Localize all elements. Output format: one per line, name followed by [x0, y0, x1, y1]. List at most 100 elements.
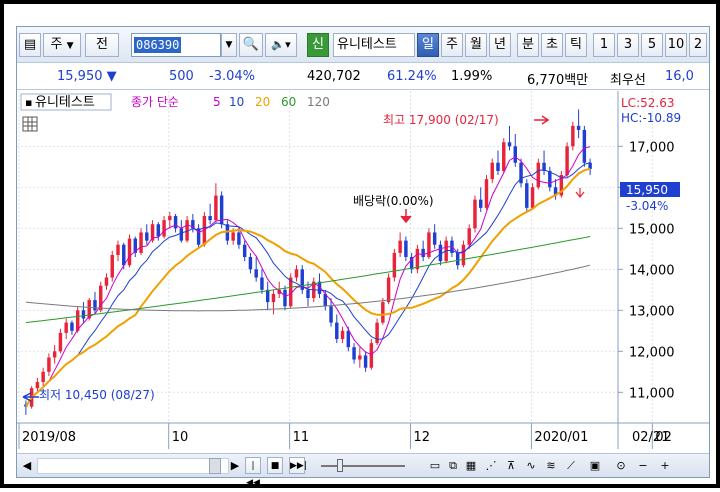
- period-second-tab[interactable]: 초: [541, 33, 563, 57]
- wave-icon[interactable]: ≋: [543, 457, 559, 474]
- zoom-slider[interactable]: [317, 457, 409, 474]
- best-order-label: 최우선: [610, 73, 646, 88]
- scroll-track[interactable]: [37, 458, 229, 474]
- price-chart[interactable]: 11,00012,00013,00014,00015,00016,00017,0…: [17, 91, 709, 449]
- zoom-in-icon[interactable]: +: [657, 457, 673, 474]
- candle-body: [525, 183, 529, 208]
- candle-body: [404, 240, 408, 258]
- y-tick-label: 12,000: [629, 345, 675, 360]
- stock-code: 086390: [134, 37, 182, 53]
- dividend-arrow-icon: [400, 209, 412, 224]
- period-month-tab[interactable]: 월: [465, 33, 487, 57]
- period-day-tab[interactable]: 일: [417, 33, 439, 57]
- high-arrow-icon: [534, 115, 550, 125]
- price-tag-pct: -3.04%: [626, 199, 668, 213]
- trade-amount: 6,770백만: [527, 73, 589, 88]
- period-year-tab[interactable]: 년: [489, 33, 511, 57]
- period-minute-tab[interactable]: 분: [517, 33, 539, 57]
- ma60-line: [25, 236, 591, 324]
- window-icon[interactable]: ▭: [427, 457, 443, 474]
- candle-body: [242, 244, 247, 258]
- candle-body: [179, 228, 184, 241]
- cycle-icon[interactable]: ∿: [523, 457, 539, 474]
- number-more-button[interactable]: 2: [689, 33, 707, 57]
- candle-body: [576, 125, 581, 130]
- period-tick-tab[interactable]: 틱: [565, 33, 587, 57]
- stock-name: 유니테스트: [333, 33, 415, 57]
- magnifier-icon[interactable]: ⊙: [613, 457, 629, 474]
- candle-body: [208, 216, 212, 221]
- x-tick-label: 2019/08: [22, 430, 76, 445]
- scroll-thumb[interactable]: [209, 458, 221, 474]
- low-annotation: 최저 10,450 (08/27): [39, 388, 155, 402]
- candle-body: [156, 224, 161, 237]
- stock-code-input[interactable]: 086390: [131, 33, 221, 57]
- new-badge[interactable]: 신: [307, 33, 329, 57]
- candle-body: [496, 162, 500, 171]
- down-arrow-icon: ▼: [106, 69, 117, 84]
- scroll-right-arrow[interactable]: ▶: [227, 457, 243, 474]
- candle-body: [386, 277, 391, 303]
- candle-body: [145, 232, 149, 241]
- prev-button[interactable]: 전: [85, 33, 119, 57]
- candle-body: [502, 142, 506, 171]
- gann-icon[interactable]: ⊼: [503, 457, 519, 474]
- candle-body: [260, 277, 264, 290]
- candle-body: [52, 351, 57, 358]
- turnover-ratio: 1.99%: [451, 69, 493, 84]
- search-icon[interactable]: 🔍: [239, 33, 263, 57]
- first-icon[interactable]: |◀◀: [245, 457, 261, 488]
- volume: 420,702: [307, 69, 361, 84]
- candle-body: [513, 146, 517, 163]
- scroll-left-arrow[interactable]: ◀: [19, 457, 35, 474]
- period-week-tab[interactable]: 주: [441, 33, 463, 57]
- candle-body: [110, 254, 114, 278]
- zoom-slider-thumb[interactable]: [337, 459, 343, 472]
- candle-body: [381, 302, 385, 323]
- candle-body: [329, 306, 333, 323]
- number-3-button[interactable]: 3: [617, 33, 639, 57]
- pattern-icon[interactable]: ⟋: [563, 457, 579, 474]
- candle-body: [375, 322, 379, 344]
- menu-icon[interactable]: ▤: [19, 33, 41, 57]
- candle-body: [93, 300, 97, 311]
- number-5-button[interactable]: 5: [641, 33, 663, 57]
- candle-body: [306, 289, 310, 299]
- y-tick-label: 14,000: [629, 263, 675, 278]
- legend-marker-icon: ▪: [25, 96, 32, 109]
- camera-icon[interactable]: ▣: [587, 457, 603, 474]
- candle-body: [479, 199, 483, 208]
- zoom-slider-track: [321, 465, 405, 467]
- toolbar: ▤ 주 ▼ 전 086390 ▼ 🔍 🔈▾ 신 유니테스트 일 주 월 년 분 …: [17, 27, 709, 63]
- hc-label: HC:-10.89: [621, 111, 681, 125]
- window-restore-icon[interactable]: ⧉: [445, 457, 461, 474]
- market-select[interactable]: 주 ▼: [43, 33, 81, 57]
- candle-body: [484, 179, 489, 208]
- last-icon[interactable]: ▶▶|: [289, 457, 307, 474]
- candle-body: [432, 232, 437, 245]
- candle-body: [392, 252, 397, 278]
- candle-body: [398, 240, 402, 253]
- candle-body: [283, 289, 287, 307]
- fibonacci-icon[interactable]: ⋰: [483, 457, 499, 474]
- candle-body: [467, 228, 471, 245]
- y-tick-label: 13,000: [629, 304, 675, 319]
- legend-ma-label: 종가 단순: [131, 95, 179, 109]
- window-split-icon[interactable]: ▦: [463, 457, 479, 474]
- candle-body: [254, 269, 258, 278]
- price-change-pct: -3.04%: [209, 69, 255, 84]
- candle-body: [116, 244, 120, 255]
- candle-body: [58, 332, 63, 352]
- candle-body: [168, 216, 172, 221]
- zoom-out-icon[interactable]: −: [635, 457, 651, 474]
- table-icon[interactable]: [22, 116, 38, 132]
- number-1-button[interactable]: 1: [593, 33, 615, 57]
- code-dropdown-icon[interactable]: ▼: [221, 33, 237, 57]
- legend-ma-5: 5: [213, 95, 221, 109]
- speaker-icon[interactable]: 🔈▾: [265, 33, 297, 57]
- stop-icon[interactable]: ■: [267, 457, 283, 474]
- candle-body: [358, 355, 362, 360]
- candle-body: [265, 289, 270, 303]
- candle-body: [231, 232, 235, 241]
- number-10-button[interactable]: 10: [665, 33, 687, 57]
